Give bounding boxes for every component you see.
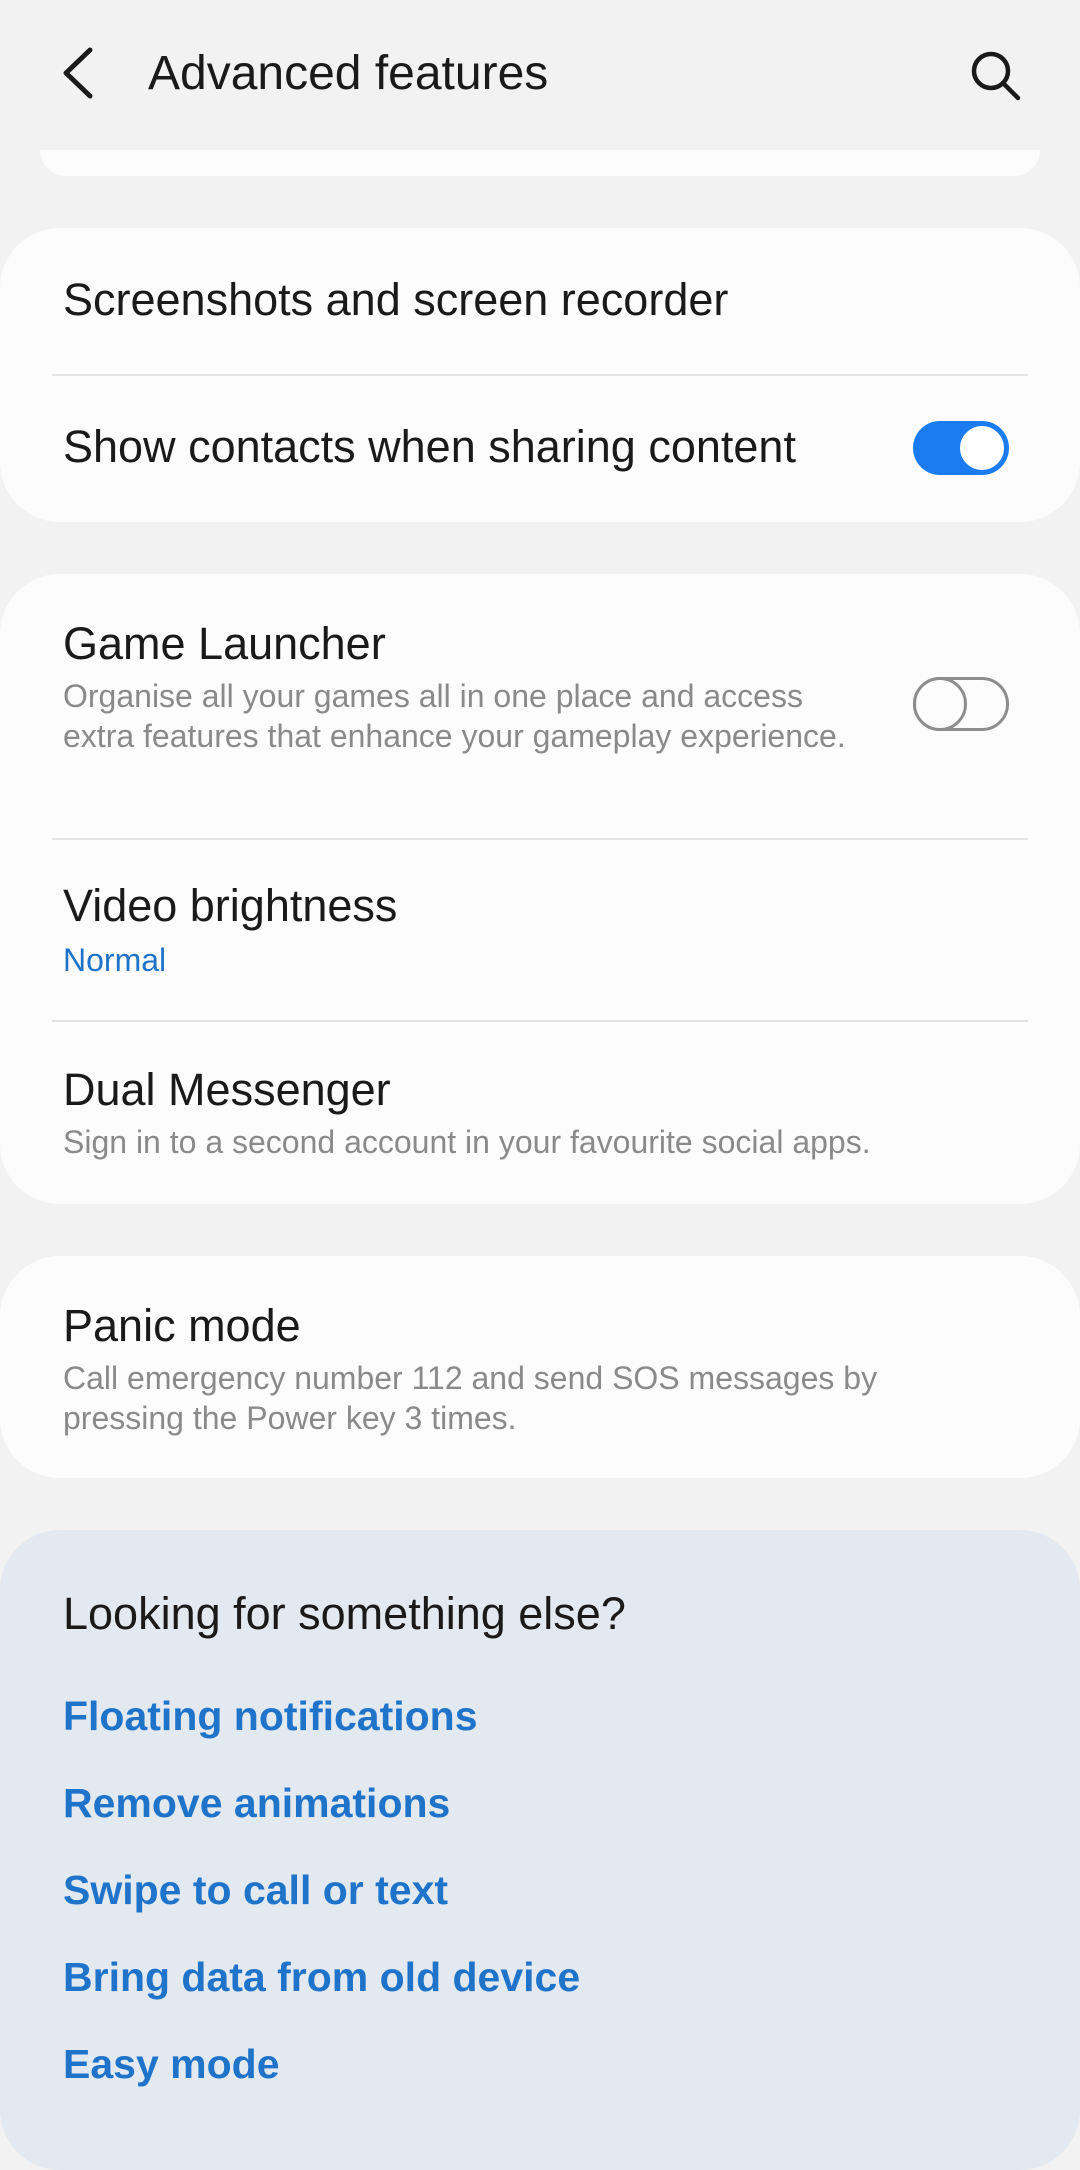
- setting-title: Video brightness: [63, 880, 398, 931]
- search-icon: [971, 51, 1021, 101]
- setting-title: Screenshots and screen recorder: [63, 274, 729, 325]
- setting-video-brightness[interactable]: Video brightness Normal: [0, 840, 1080, 1020]
- game-launcher-toggle[interactable]: [913, 677, 1009, 731]
- setting-subtitle: Call emergency number 112 and send SOS m…: [63, 1360, 878, 1436]
- show-contacts-toggle[interactable]: [913, 421, 1009, 475]
- setting-dual-messenger[interactable]: Dual Messenger Sign in to a second accou…: [0, 1022, 1080, 1204]
- setting-subtitle: Sign in to a second account in your favo…: [63, 1124, 871, 1160]
- suggestion-link-swipe-call-text[interactable]: Swipe to call or text: [63, 1864, 448, 1916]
- suggestions-title: Looking for something else?: [63, 1588, 626, 1639]
- app-bar: Advanced features: [0, 0, 1080, 150]
- suggestion-link-bring-data[interactable]: Bring data from old device: [63, 1951, 580, 2003]
- setting-panic-mode[interactable]: Panic mode Call emergency number 112 and…: [0, 1256, 1080, 1478]
- setting-title: Panic mode: [63, 1300, 301, 1351]
- setting-title: Show contacts when sharing content: [63, 421, 796, 472]
- toggle-knob: [957, 423, 1007, 473]
- setting-title: Game Launcher: [63, 618, 386, 669]
- setting-game-launcher[interactable]: Game Launcher Organise all your games al…: [0, 574, 1080, 838]
- chevron-left-icon: [63, 47, 93, 99]
- setting-screenshots-recorder[interactable]: Screenshots and screen recorder: [0, 228, 1080, 374]
- setting-show-contacts-sharing[interactable]: Show contacts when sharing content: [0, 376, 1080, 522]
- setting-value: Normal: [63, 942, 167, 978]
- back-button[interactable]: [52, 38, 112, 108]
- setting-title: Dual Messenger: [63, 1064, 391, 1115]
- search-button[interactable]: [962, 42, 1030, 110]
- page-title: Advanced features: [148, 47, 549, 100]
- suggestion-link-remove-animations[interactable]: Remove animations: [63, 1777, 450, 1829]
- toggle-knob: [913, 677, 967, 731]
- suggestion-link-floating-notifications[interactable]: Floating notifications: [63, 1690, 478, 1742]
- suggestion-link-easy-mode[interactable]: Easy mode: [63, 2038, 280, 2090]
- previous-card-edge: [40, 150, 1040, 176]
- setting-subtitle: Organise all your games all in one place…: [63, 678, 846, 754]
